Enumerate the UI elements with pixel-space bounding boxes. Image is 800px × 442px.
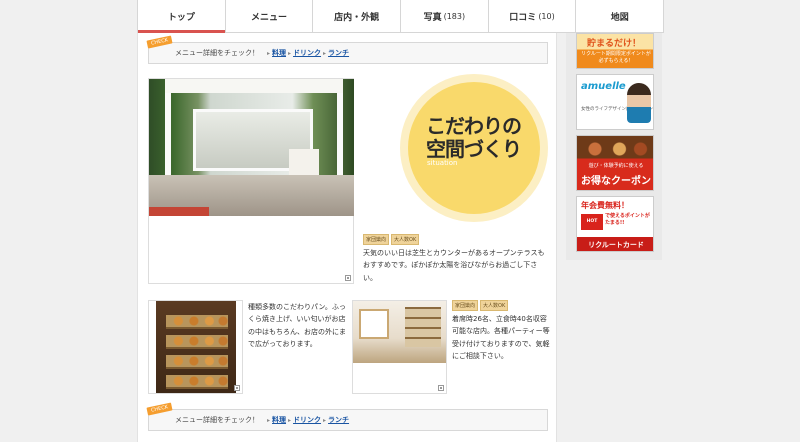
link-drink[interactable]: ドリンク [293, 415, 321, 425]
tab-menu[interactable]: メニュー [226, 0, 314, 32]
ad-banner-coupon[interactable]: 遊び・体験予約に使える お得なクーポン [576, 135, 654, 191]
tab-label: 写真 [423, 12, 442, 23]
check-tag: CHECK [146, 402, 173, 416]
chip: 大人数OK [480, 300, 509, 311]
zoom-icon[interactable] [438, 385, 444, 391]
link-lunch[interactable]: ランチ [328, 48, 349, 58]
tab-label: 地図 [610, 12, 629, 23]
banner-title: 貯まるだけ！ [587, 39, 642, 49]
menu-check-bar-bottom: CHECK メニュー詳細をチェック！ ▸ 料理 ▸ ドリンク ▸ ランチ [146, 402, 548, 431]
arrow-icon: ▸ [288, 416, 292, 424]
tab-photos[interactable]: 写真 (183) [401, 0, 489, 32]
main-content: CHECK メニュー詳細をチェック！ ▸ 料理 ▸ ドリンク ▸ ランチ こだわりの … [137, 33, 557, 442]
feature-subtitle: situation [427, 159, 458, 167]
tab-top[interactable]: トップ [138, 0, 226, 33]
check-tag: CHECK [146, 35, 173, 49]
banner-title: amuelle [581, 81, 626, 92]
menu-check-bar: CHECK メニュー詳細をチェック！ ▸ 料理 ▸ ドリンク ▸ ランチ [146, 35, 548, 64]
link-food[interactable]: 料理 [272, 48, 286, 58]
tab-bar: トップ メニュー 店内・外観 写真 (183) 口コミ (10) 地図 [137, 0, 664, 33]
storefront-image [149, 79, 354, 216]
link-lunch[interactable]: ランチ [328, 415, 349, 425]
arrow-icon: ▸ [288, 49, 292, 57]
bread-description: 種類多数のこだわりパン。ふっくら焼き上げ、いい匂いがお店の中はもちろん、お店の外… [248, 303, 346, 348]
seating-chips: 家団欒向 大人数OK [452, 300, 509, 311]
feature-title: こだわりの 空間づくり [426, 115, 536, 161]
tab-count: (183) [443, 11, 466, 21]
banner-text: で使えるポイントがたまる!! [605, 213, 650, 226]
chip: 家団欒向 [452, 300, 479, 311]
check-lead: メニュー詳細をチェック！ [175, 416, 259, 424]
zoom-icon[interactable] [345, 275, 351, 281]
seating-description: 着席時26名、立食時40名収容可能な店内。各種パーティー等受け付けておりますので… [452, 315, 550, 360]
feature-description: 天気のいい日は芝生とカウンターがあるオープンテラスもおすすめです。ぽかぽか太陽を… [363, 249, 545, 282]
tab-label: メニュー [251, 12, 288, 23]
link-drink[interactable]: ドリンク [293, 48, 321, 58]
feature-title-line: 空間づくり [426, 137, 522, 161]
feature-title-line: こだわりの [426, 114, 522, 138]
food-photo [581, 139, 651, 159]
tab-map[interactable]: 地図 [576, 0, 663, 32]
chip: 大人数OK [391, 234, 420, 245]
zoom-icon[interactable] [234, 385, 240, 391]
feature-chips: 家団欒向 大人数OK [363, 234, 420, 245]
bread-image [156, 301, 236, 393]
arrow-icon: ▸ [267, 416, 271, 424]
bread-photo[interactable] [148, 300, 243, 394]
hotpepper-logo: HOT PEPPER グルメ [581, 214, 603, 240]
tab-count: (10) [538, 11, 555, 21]
tab-label: トップ [167, 12, 195, 23]
ad-banner-amuelle[interactable]: amuelle 女性のライフデザイン応援マガジン [576, 74, 654, 130]
interior-photo[interactable] [352, 300, 447, 394]
tab-reviews[interactable]: 口コミ (10) [489, 0, 577, 32]
check-lead: メニュー詳細をチェック！ [175, 49, 259, 57]
ad-banner-points[interactable]: 貯まるだけ！ リクルート期間限定ポイントが必ずもらえる！ [576, 33, 654, 69]
link-food[interactable]: 料理 [272, 415, 286, 425]
banner-text: リクルート期間限定ポイントが必ずもらえる！ [581, 51, 651, 64]
banner-title: お得なクーポン [581, 176, 651, 187]
ad-banner-card[interactable]: 年会費無料！ HOT PEPPER グルメ で使えるポイントがたまる!! リクル… [576, 196, 654, 252]
arrow-icon: ▸ [267, 49, 271, 57]
storefront-photo[interactable] [148, 78, 354, 284]
banner-title: 年会費無料！ [581, 201, 629, 210]
tab-label: 口コミ [509, 12, 537, 23]
chip: 家団欒向 [363, 234, 390, 245]
banner-card-label: リクルートカード [577, 237, 653, 251]
arrow-icon: ▸ [323, 49, 327, 57]
model-photo [627, 83, 651, 123]
arrow-icon: ▸ [323, 416, 327, 424]
banner-text: 遊び・体験予約に使える [588, 163, 644, 169]
tab-label: 店内・外観 [334, 12, 380, 23]
interior-image [353, 301, 446, 363]
tab-interior-exterior[interactable]: 店内・外観 [313, 0, 402, 32]
